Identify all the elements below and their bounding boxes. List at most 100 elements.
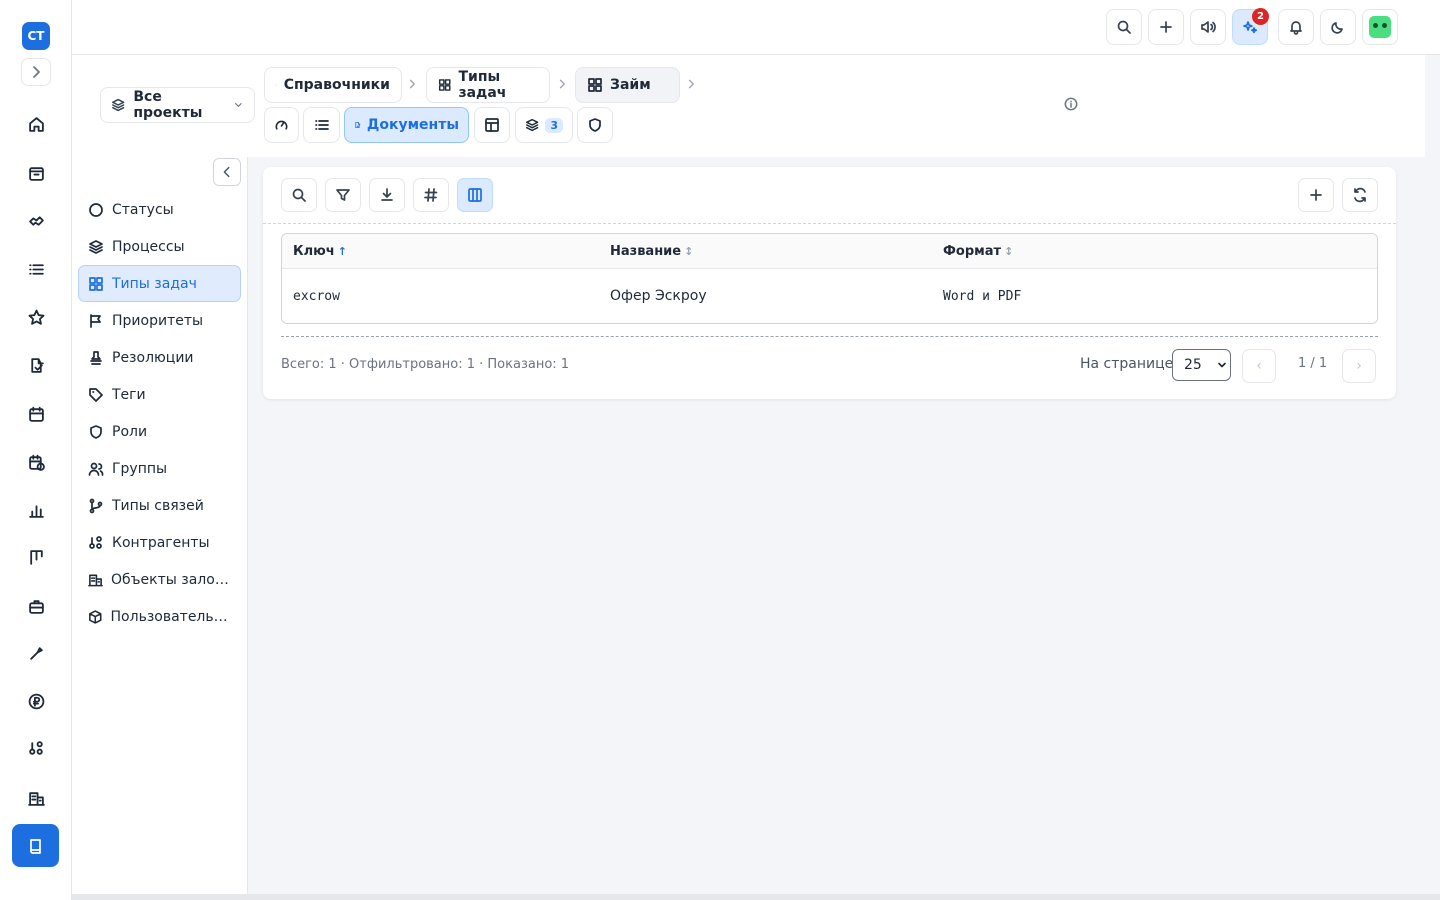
expand-rail-button[interactable] bbox=[21, 58, 51, 86]
rail-briefcase-button[interactable] bbox=[24, 594, 48, 618]
sidebar-item-roles[interactable]: Роли bbox=[78, 413, 241, 450]
rail-documents-button[interactable] bbox=[24, 353, 48, 377]
rail-references-button[interactable] bbox=[12, 824, 59, 867]
tab-permissions[interactable] bbox=[577, 107, 613, 143]
refresh-button[interactable] bbox=[1342, 178, 1378, 212]
calendar-clock-icon bbox=[28, 454, 45, 471]
sidebar-item-custom[interactable]: Пользовательск... bbox=[78, 598, 241, 635]
sidebar-item-label: Объекты залогов bbox=[111, 571, 231, 588]
columns-icon bbox=[468, 188, 482, 202]
rail-favorites-button[interactable] bbox=[24, 305, 48, 329]
chevron-right-icon bbox=[33, 66, 40, 78]
user-menu-button[interactable] bbox=[1362, 9, 1398, 45]
tab-list[interactable] bbox=[303, 107, 340, 143]
home-icon bbox=[28, 116, 44, 132]
tab-layout[interactable] bbox=[474, 107, 510, 143]
building-icon bbox=[27, 791, 45, 806]
breadcrumb-current[interactable]: Займ bbox=[575, 67, 680, 103]
tab-dashboard[interactable] bbox=[264, 107, 299, 143]
sidebar-item-processes[interactable]: Процессы bbox=[78, 228, 241, 265]
archive-icon bbox=[28, 166, 44, 181]
sidebar-item-contractors[interactable]: Контрагенты bbox=[78, 524, 241, 561]
refresh-icon bbox=[1354, 187, 1366, 203]
table-numbering-button[interactable] bbox=[413, 178, 449, 212]
rail-handshake-button[interactable] bbox=[24, 208, 48, 232]
sidebar-item-label: Пользовательск... bbox=[110, 608, 231, 625]
sidebar-item-link-types[interactable]: Типы связей bbox=[78, 487, 241, 524]
layers-count-badge: 3 bbox=[545, 117, 563, 133]
tab-documents[interactable]: Документы bbox=[344, 107, 469, 143]
rail-analytics-button[interactable] bbox=[24, 498, 48, 522]
chevron-down-icon bbox=[235, 103, 242, 107]
grid-icon bbox=[89, 276, 103, 291]
rail-tools-button[interactable] bbox=[24, 641, 48, 665]
breadcrumb-separator-icon bbox=[409, 79, 415, 89]
rail-schedule-button[interactable] bbox=[24, 450, 48, 474]
table-row[interactable]: excrow Офер Эскроу Word и PDF bbox=[282, 269, 1377, 323]
rail-contractors-button[interactable] bbox=[24, 736, 48, 760]
rail-board-button[interactable] bbox=[24, 545, 48, 569]
sidebar-item-label: Типы связей bbox=[112, 497, 204, 514]
rail-home-button[interactable] bbox=[24, 112, 48, 136]
table-columns-button[interactable] bbox=[457, 178, 493, 212]
column-header-format[interactable]: Формат ↕ bbox=[943, 244, 1377, 259]
star-icon bbox=[28, 309, 44, 325]
sidebar-item-task-types[interactable]: Типы задач bbox=[78, 265, 241, 302]
tag-icon bbox=[89, 387, 103, 402]
sort-asc-icon: ↑ bbox=[337, 244, 347, 258]
sidebar-item-priorities[interactable]: Приоритеты bbox=[78, 302, 241, 339]
add-record-button[interactable] bbox=[1298, 178, 1334, 212]
per-page-select[interactable]: 25 bbox=[1172, 349, 1231, 381]
book-icon bbox=[276, 84, 277, 86]
theme-toggle-button[interactable] bbox=[1320, 9, 1356, 45]
global-search-button[interactable] bbox=[1106, 9, 1142, 45]
table-header: Ключ ↑ Название ↕ Формат ↕ bbox=[282, 234, 1377, 269]
moon-icon bbox=[1331, 22, 1343, 34]
column-header-name[interactable]: Название ↕ bbox=[610, 244, 943, 259]
rail-collateral-button[interactable] bbox=[24, 786, 48, 810]
prev-page-button[interactable]: ‹ bbox=[1242, 349, 1276, 383]
rail-list-button[interactable] bbox=[24, 257, 48, 281]
info-icon[interactable] bbox=[1064, 97, 1078, 111]
sidebar-item-collateral[interactable]: Объекты залогов bbox=[78, 561, 241, 598]
table-export-button[interactable] bbox=[369, 178, 405, 212]
breadcrumb-label: Справочники bbox=[283, 77, 390, 93]
chevron-left-icon bbox=[223, 166, 230, 178]
next-page-button[interactable]: › bbox=[1342, 349, 1376, 383]
rail-finance-button[interactable] bbox=[24, 689, 48, 713]
book-icon bbox=[29, 838, 41, 854]
app-logo[interactable]: СТ bbox=[22, 22, 50, 50]
layers-icon bbox=[89, 239, 103, 254]
tab-layers[interactable]: 3 bbox=[515, 107, 573, 143]
shield-icon bbox=[589, 118, 601, 132]
notification-badge: 2 bbox=[1252, 8, 1269, 25]
create-button[interactable] bbox=[1148, 9, 1184, 45]
project-selector[interactable]: Все проекты bbox=[100, 87, 255, 123]
column-header-key[interactable]: Ключ ↑ bbox=[282, 244, 610, 259]
contractors-icon bbox=[28, 740, 43, 755]
sidebar-item-tags[interactable]: Теги bbox=[78, 376, 241, 413]
table-search-button[interactable] bbox=[281, 178, 317, 212]
rail-calendar-button[interactable] bbox=[24, 402, 48, 426]
announcements-button[interactable] bbox=[1190, 9, 1226, 45]
breadcrumb-references[interactable]: Справочники bbox=[264, 67, 402, 103]
sidebar-item-groups[interactable]: Группы bbox=[78, 450, 241, 487]
bell-icon bbox=[1290, 21, 1302, 35]
git-branch-icon bbox=[89, 498, 103, 513]
gauge-icon bbox=[275, 120, 288, 130]
collapse-sidebar-button[interactable] bbox=[213, 158, 241, 186]
per-page-value: 25 bbox=[1184, 357, 1202, 373]
briefcase-icon bbox=[28, 599, 44, 614]
table-summary: Всего: 1 · Отфильтровано: 1 · Показано: … bbox=[281, 357, 570, 372]
breadcrumb-task-types[interactable]: Типы задач bbox=[426, 67, 550, 103]
search-icon bbox=[292, 188, 306, 202]
rail-archive-button[interactable] bbox=[24, 161, 48, 185]
handshake-icon bbox=[28, 215, 44, 226]
chevron-down-icon bbox=[1218, 362, 1226, 368]
ai-assistant-button[interactable]: 2 bbox=[1232, 8, 1269, 45]
sidebar-item-resolutions[interactable]: Резолюции bbox=[78, 339, 241, 376]
sort-icon: ↕ bbox=[684, 244, 694, 258]
sidebar-item-statuses[interactable]: Статусы bbox=[78, 191, 241, 228]
table-filter-button[interactable] bbox=[325, 178, 361, 212]
notifications-button[interactable] bbox=[1278, 9, 1314, 45]
